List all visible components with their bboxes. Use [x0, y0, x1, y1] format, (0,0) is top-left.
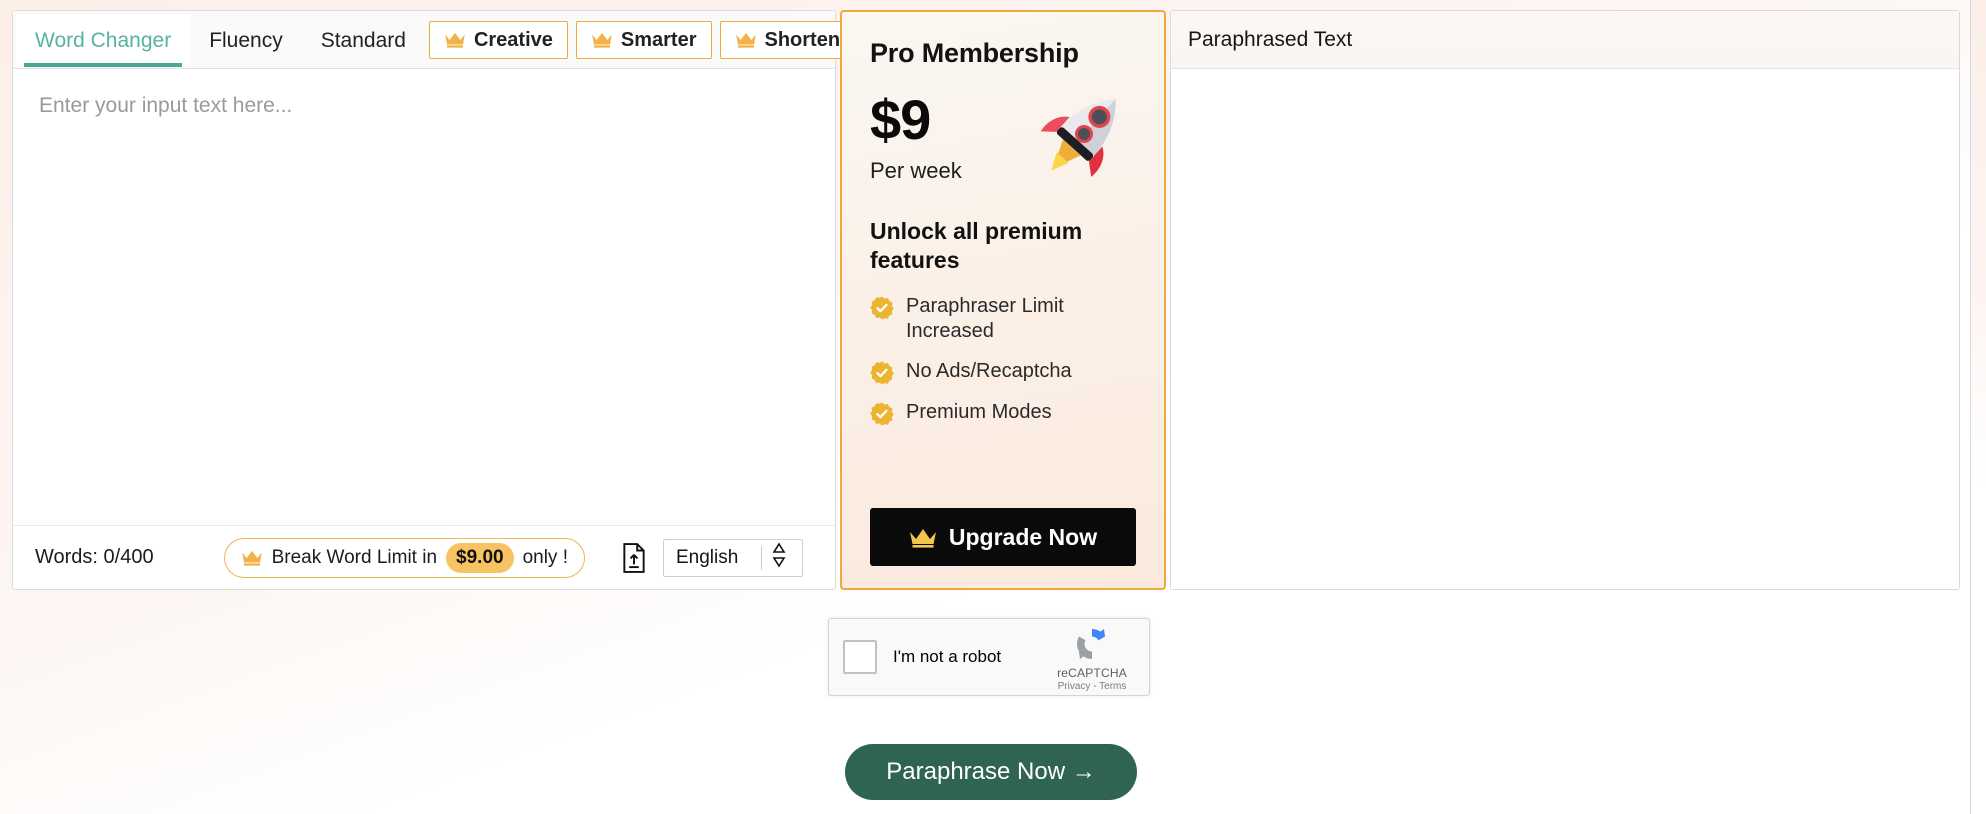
mode-tabbar: Word Changer Fluency Standard Creative S… [13, 11, 856, 69]
promo-feature-list: Paraphraser Limit Increased No Ads/Recap… [870, 294, 1136, 426]
crown-icon [591, 32, 613, 48]
input-placeholder: Enter your input text here... [39, 94, 293, 117]
upgrade-now-button[interactable]: Upgrade Now [870, 508, 1136, 566]
input-textarea[interactable]: Enter your input text here... [13, 69, 835, 525]
promo-feature-label: Paraphraser Limit Increased [906, 294, 1064, 342]
promo-price-block: $9 Per week [870, 87, 962, 184]
workspace-row: Word Changer Fluency Standard Creative S… [0, 0, 1986, 590]
check-badge-icon [870, 361, 894, 385]
promo-unlock-heading: Unlock all premium features [870, 218, 1083, 274]
input-editor-panel: Word Changer Fluency Standard Creative S… [12, 10, 856, 590]
promo-period: Per week [870, 158, 962, 184]
recaptcha-widget: I'm not a robot reCAPTCHA Privacy - Term… [828, 618, 1150, 696]
tab-smarter[interactable]: Smarter [575, 20, 712, 59]
tab-fluency[interactable]: Fluency [190, 14, 302, 66]
recaptcha-brand: reCAPTCHA Privacy - Terms [1049, 623, 1135, 692]
crown-icon [241, 550, 263, 566]
tab-label: Standard [320, 28, 406, 52]
tab-shorten[interactable]: Shorten [719, 20, 856, 59]
tab-label: Shorten [764, 28, 841, 51]
promo-feature-item: No Ads/Recaptcha [870, 359, 1136, 385]
upgrade-now-label: Upgrade Now [948, 523, 1098, 550]
word-count-label: Words: 0/400 [35, 546, 154, 568]
limit-pill-prefix: Break Word Limit in [271, 546, 438, 568]
recaptcha-logo-icon [1071, 623, 1113, 665]
editor-footer: Words: 0/400 Break Word Limit in $9.00 o… [13, 525, 835, 589]
crown-icon [735, 32, 757, 48]
promo-feature-label: No Ads/Recaptcha [906, 359, 1072, 382]
crown-icon [444, 32, 466, 48]
tab-label: Smarter [620, 28, 697, 51]
paraphrase-now-button[interactable]: Paraphrase Now → [845, 744, 1137, 800]
crown-icon [909, 527, 937, 548]
promo-feature-item: Paraphraser Limit Increased [870, 294, 1136, 344]
rocket-icon [1028, 81, 1140, 187]
recaptcha-links[interactable]: Privacy - Terms [1049, 681, 1135, 692]
output-panel-title: Paraphrased Text [1171, 11, 1959, 69]
language-select[interactable]: English [663, 538, 803, 577]
check-badge-icon [870, 296, 894, 320]
pro-membership-card: Pro Membership $9 Per week Unlock all pr… [840, 10, 1166, 590]
tab-standard[interactable]: Standard [302, 14, 425, 66]
tab-word-changer[interactable]: Word Changer [16, 13, 191, 67]
limit-pill-suffix: only ! [522, 546, 568, 568]
recaptcha-checkbox[interactable] [843, 640, 877, 674]
output-panel: Paraphrased Text [1170, 10, 1960, 590]
promo-feature-item: Premium Modes [870, 400, 1136, 426]
up-down-chevron-icon [772, 541, 790, 574]
divider [761, 545, 762, 570]
break-word-limit-pill[interactable]: Break Word Limit in $9.00 only ! [223, 537, 585, 578]
tab-label: Word Changer [35, 28, 172, 52]
recaptcha-brand-name: reCAPTCHA [1057, 665, 1127, 680]
limit-pill-price: $9.00 [446, 542, 514, 573]
promo-feature-label: Premium Modes [906, 400, 1052, 423]
editor-footer-right: English [621, 538, 813, 577]
tab-creative[interactable]: Creative [428, 20, 568, 59]
promo-title: Pro Membership [870, 38, 1079, 68]
check-badge-icon [870, 402, 894, 426]
page-scrollbar[interactable] [1970, 0, 1986, 814]
tab-label: Creative [473, 28, 553, 51]
tab-label: Fluency [209, 28, 283, 52]
promo-price: $9 [870, 88, 931, 151]
language-select-value: English [676, 546, 739, 568]
file-upload-icon[interactable] [621, 542, 647, 573]
recaptcha-label: I'm not a robot [893, 647, 1002, 666]
promo-price-row: $9 Per week [870, 87, 1136, 187]
output-text-area[interactable] [1171, 69, 1959, 589]
